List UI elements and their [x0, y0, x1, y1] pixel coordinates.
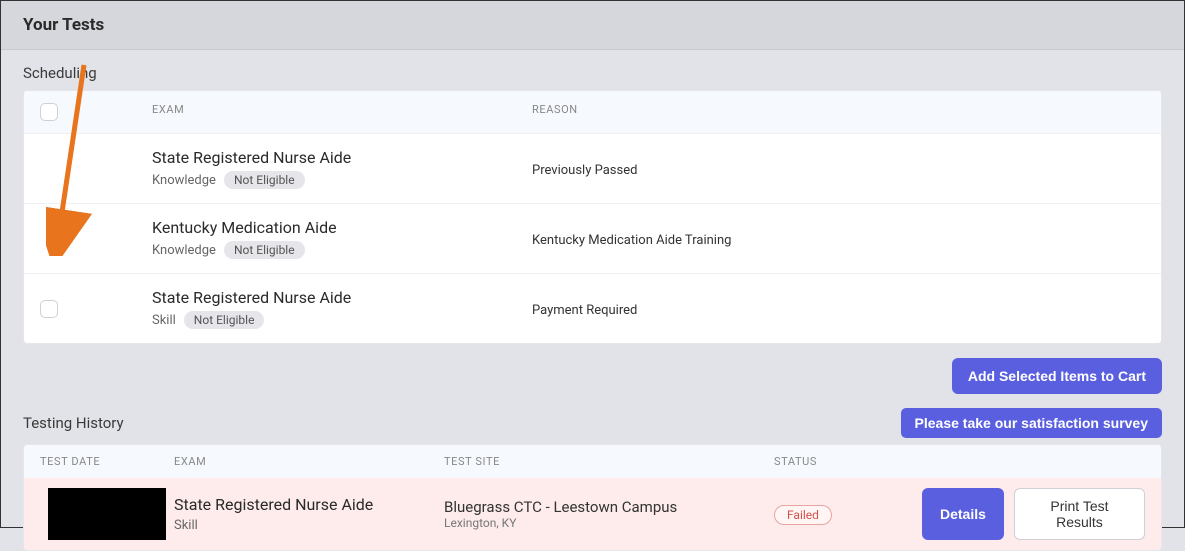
- page-title: Your Tests: [23, 15, 1162, 35]
- page-header: Your Tests: [1, 1, 1184, 50]
- exam-title: Kentucky Medication Aide: [152, 218, 532, 237]
- exam-title: State Registered Nurse Aide: [152, 148, 532, 167]
- scheduling-row: State Registered Nurse Aide Skill Not El…: [24, 273, 1161, 343]
- column-header-reason: REASON: [532, 103, 1161, 121]
- select-all-checkbox[interactable]: [40, 103, 58, 121]
- row-checkbox[interactable]: [40, 300, 58, 318]
- add-to-cart-button[interactable]: Add Selected Items to Cart: [952, 358, 1162, 394]
- reason-text: Payment Required: [532, 303, 637, 318]
- scheduling-row: State Registered Nurse Aide Knowledge No…: [24, 133, 1161, 203]
- scheduling-table-header: EXAM REASON: [24, 91, 1161, 133]
- column-header-exam: EXAM: [152, 103, 532, 121]
- exam-type: Knowledge: [152, 173, 216, 188]
- history-title: Testing History: [23, 414, 124, 432]
- history-exam-title: State Registered Nurse Aide: [174, 495, 444, 514]
- test-site-name: Bluegrass CTC - Leestown Campus: [444, 498, 774, 516]
- eligibility-badge: Not Eligible: [184, 311, 265, 329]
- eligibility-badge: Not Eligible: [224, 241, 305, 259]
- history-table-header: TEST DATE EXAM TEST SITE STATUS: [24, 445, 1161, 478]
- exam-type: Skill: [152, 313, 176, 328]
- reason-text: Previously Passed: [532, 163, 637, 178]
- column-header-site: TEST SITE: [444, 455, 774, 468]
- survey-button[interactable]: Please take our satisfaction survey: [901, 408, 1162, 438]
- eligibility-badge: Not Eligible: [224, 171, 305, 189]
- history-exam-type: Skill: [174, 518, 198, 533]
- scheduling-table: EXAM REASON State Registered Nurse Aide …: [23, 90, 1162, 344]
- print-results-button[interactable]: Print Test Results: [1014, 488, 1145, 540]
- details-button[interactable]: Details: [922, 488, 1004, 540]
- column-header-date: TEST DATE: [24, 455, 174, 468]
- status-badge: Failed: [774, 505, 832, 525]
- history-row: State Registered Nurse Aide Skill Bluegr…: [24, 478, 1161, 550]
- exam-type: Knowledge: [152, 243, 216, 258]
- history-table: TEST DATE EXAM TEST SITE STATUS State Re…: [23, 444, 1162, 551]
- column-header-exam: EXAM: [174, 455, 444, 468]
- scheduling-title: Scheduling: [23, 64, 1162, 82]
- scheduling-row: Kentucky Medication Aide Knowledge Not E…: [24, 203, 1161, 273]
- reason-text: Kentucky Medication Aide Training: [532, 233, 731, 248]
- column-header-status: STATUS: [774, 455, 922, 468]
- exam-title: State Registered Nurse Aide: [152, 288, 532, 307]
- redacted-date: [48, 488, 166, 540]
